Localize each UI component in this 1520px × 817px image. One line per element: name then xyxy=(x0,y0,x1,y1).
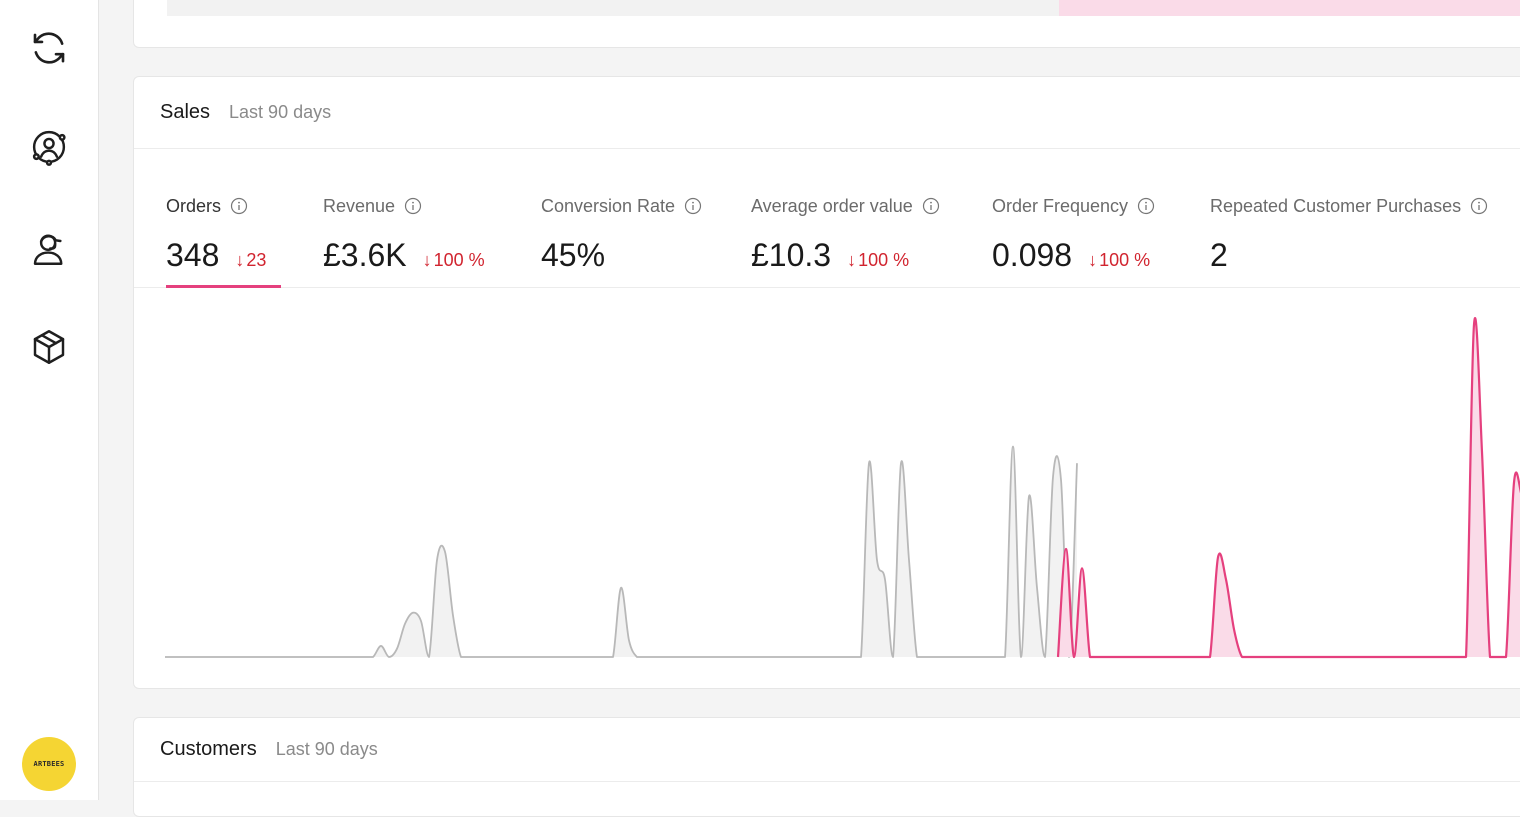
sales-card: Sales Last 90 days Orders 348 ↓ 23 Revenu… xyxy=(133,76,1520,689)
sidebar-item-support[interactable] xyxy=(25,224,73,272)
metric-delta: ↓ 100 % xyxy=(423,250,485,271)
metric-repeated-customer-purchases[interactable]: Repeated Customer Purchases 2 xyxy=(1210,193,1488,274)
sidebar: ARTBEES xyxy=(0,0,99,800)
customers-period: Last 90 days xyxy=(275,739,378,759)
metric-label-text: Revenue xyxy=(323,195,396,216)
info-icon[interactable] xyxy=(922,197,940,215)
info-icon[interactable] xyxy=(404,197,422,215)
arrow-down-icon: ↓ xyxy=(422,250,432,270)
sales-header: Sales Last 90 days xyxy=(134,77,1520,149)
metric-delta: ↓ 100 % xyxy=(847,250,909,271)
metric-label: Revenue xyxy=(323,193,485,219)
metric-value: 0.098 xyxy=(992,237,1073,273)
metric-label-text: Conversion Rate xyxy=(541,195,676,216)
arrow-down-icon: ↓ xyxy=(847,250,857,270)
metric-delta-text: 100 % xyxy=(858,250,910,270)
customers-card: Customers Last 90 days xyxy=(133,717,1520,817)
info-icon[interactable] xyxy=(1470,197,1488,215)
metric-delta-text: 23 xyxy=(246,250,267,270)
metric-delta: ↓ 23 xyxy=(235,250,266,271)
info-icon[interactable] xyxy=(1137,197,1155,215)
previous-card xyxy=(133,0,1520,48)
current-area xyxy=(1058,318,1520,657)
package-icon xyxy=(33,330,65,364)
info-icon[interactable] xyxy=(230,197,248,215)
sales-title: Sales xyxy=(160,101,211,123)
metric-label-text: Order Frequency xyxy=(992,195,1129,216)
metric-average-order-value[interactable]: Average order value £10.3 ↓ 100 % xyxy=(751,193,940,274)
metric-label: Orders xyxy=(166,193,266,219)
metric-value: £10.3 xyxy=(751,237,832,273)
metric-label: Repeated Customer Purchases xyxy=(1210,193,1488,219)
metric-value: £3.6K xyxy=(323,237,407,273)
metric-label: Average order value xyxy=(751,193,940,219)
avatar-logo-text: ARTBEES xyxy=(33,760,65,768)
metric-label-text: Average order value xyxy=(751,195,913,216)
previous-chart-area-grey xyxy=(167,0,1059,16)
customers-header: Customers Last 90 days xyxy=(134,718,1520,782)
arrow-down-icon: ↓ xyxy=(1088,250,1098,270)
metric-conversion-rate[interactable]: Conversion Rate 45% xyxy=(541,193,702,274)
sales-chart xyxy=(165,316,1520,659)
info-icon[interactable] xyxy=(684,197,702,215)
previous-chart-area-pink xyxy=(1059,0,1520,16)
metric-delta-text: 100 % xyxy=(1099,250,1151,270)
customer-orbit-icon xyxy=(32,130,66,166)
metrics-divider xyxy=(134,287,1520,288)
metric-delta-text: 100 % xyxy=(433,250,485,270)
metric-revenue[interactable]: Revenue £3.6K ↓ 100 % xyxy=(323,193,485,274)
arrow-down-icon: ↓ xyxy=(235,250,245,270)
metric-label: Order Frequency xyxy=(992,193,1155,219)
active-tab-indicator xyxy=(166,285,281,288)
customers-title: Customers xyxy=(160,738,257,760)
current-line xyxy=(1056,316,1520,659)
metric-value: 45% xyxy=(541,237,606,273)
sidebar-item-sync[interactable] xyxy=(25,24,73,72)
previous-area xyxy=(165,446,1077,657)
metric-label-text: Repeated Customer Purchases xyxy=(1210,195,1462,216)
metric-orders[interactable]: Orders 348 ↓ 23 xyxy=(166,193,266,274)
avatar[interactable]: ARTBEES xyxy=(22,737,76,791)
metric-value: 348 xyxy=(166,237,220,273)
metric-label: Conversion Rate xyxy=(541,193,702,219)
refresh-icon xyxy=(33,32,65,64)
sales-period: Last 90 days xyxy=(229,102,332,122)
support-agent-icon xyxy=(33,234,63,265)
metric-label-text: Orders xyxy=(166,195,222,216)
sidebar-item-products[interactable] xyxy=(25,323,73,371)
metric-delta: ↓ 100 % xyxy=(1088,250,1150,271)
sidebar-item-customers[interactable] xyxy=(25,123,73,171)
metric-order-frequency[interactable]: Order Frequency 0.098 ↓ 100 % xyxy=(992,193,1155,274)
metric-value: 2 xyxy=(1210,237,1228,273)
